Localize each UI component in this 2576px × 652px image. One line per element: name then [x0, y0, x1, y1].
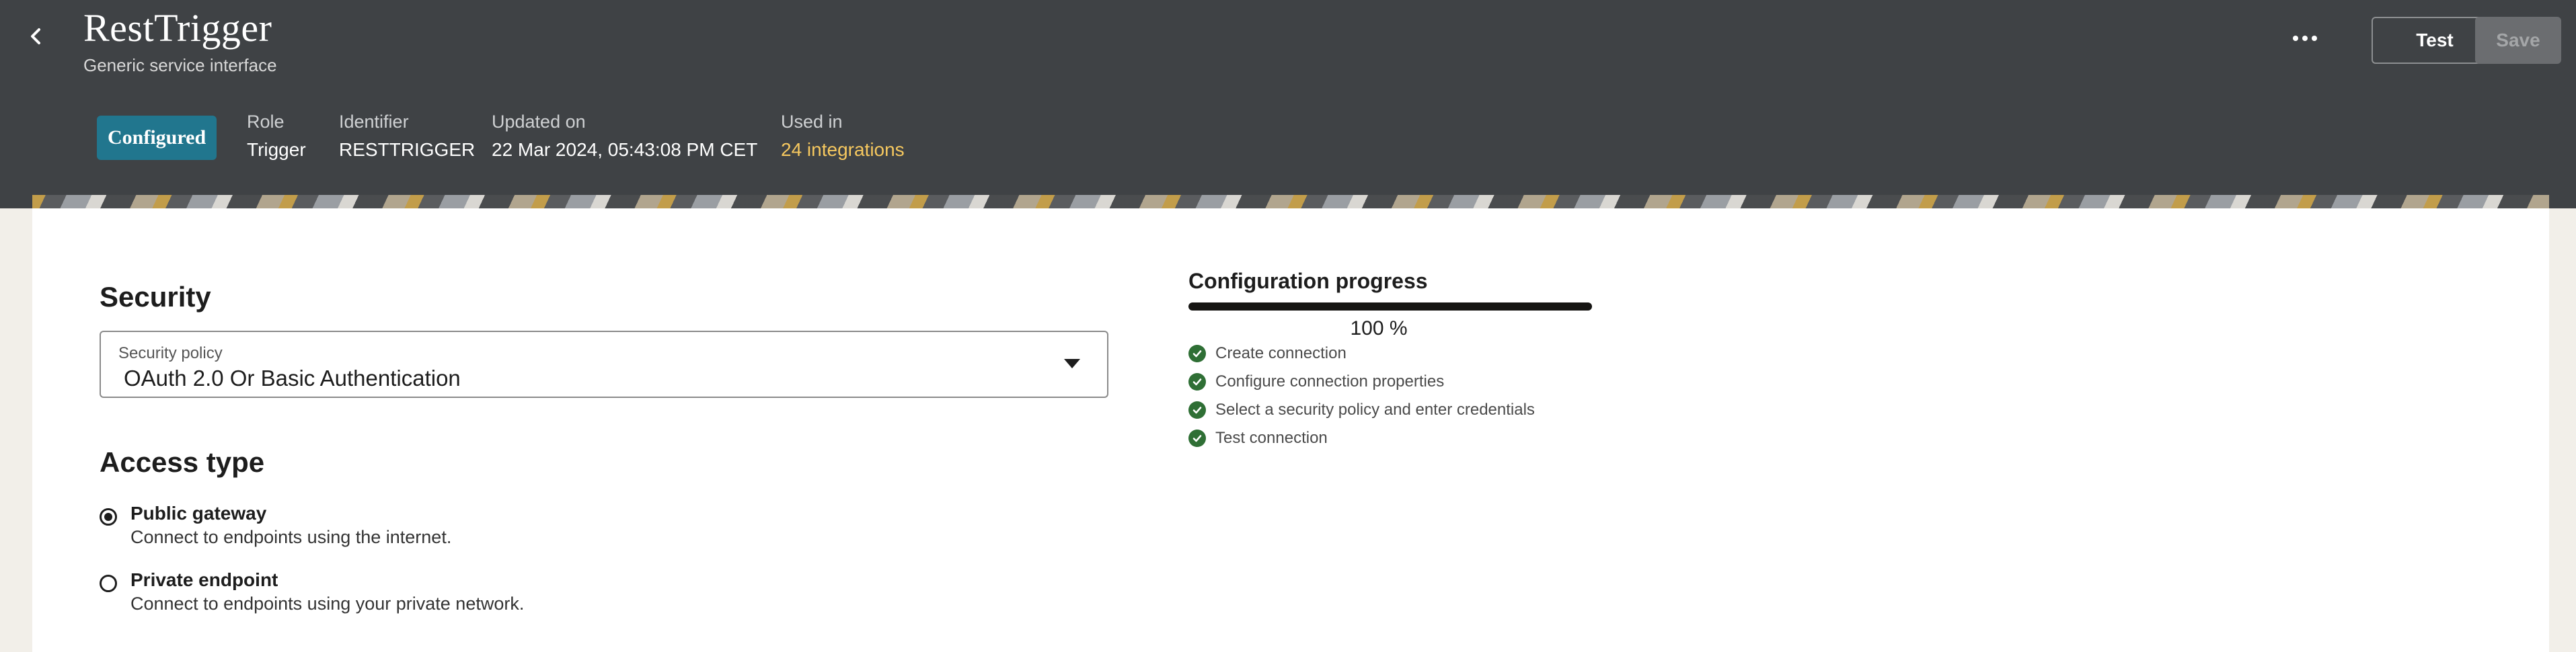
configuration-progress-heading: Configuration progress: [1188, 269, 1428, 293]
public-gateway-desc: Connect to endpoints using the internet.: [130, 527, 452, 547]
check-circle-icon: [1188, 345, 1206, 362]
security-policy-select[interactable]: Security policy OAuth 2.0 Or Basic Authe…: [100, 331, 1108, 398]
identifier-value: RESTTRIGGER: [339, 139, 476, 160]
updated-value: 22 Mar 2024, 05:43:08 PM CET: [492, 139, 758, 160]
progress-step: Configure connection properties: [1188, 372, 1444, 391]
private-endpoint-option[interactable]: Private endpoint Connect to endpoints us…: [100, 569, 524, 614]
more-icon: [2293, 36, 2298, 41]
step-label: Select a security policy and enter crede…: [1215, 401, 1535, 419]
more-actions-button[interactable]: [2287, 20, 2323, 56]
updated-meta: Updated on 22 Mar 2024, 05:43:08 PM CET: [492, 112, 757, 161]
progress-bar-fill: [1188, 302, 1592, 311]
public-gateway-radio[interactable]: [100, 508, 117, 526]
check-circle-icon: [1188, 430, 1206, 447]
page-header: RestTrigger Generic service interface Te…: [0, 0, 2576, 208]
back-button[interactable]: [20, 20, 52, 52]
step-label: Configure connection properties: [1215, 372, 1445, 391]
page: RestTrigger Generic service interface Te…: [0, 0, 2576, 652]
security-heading: Security: [100, 281, 211, 313]
chevron-left-icon: [31, 28, 40, 44]
caret-down-icon: [1064, 359, 1080, 368]
private-endpoint-desc: Connect to endpoints using your private …: [130, 594, 525, 614]
role-meta: Role Trigger: [247, 112, 306, 161]
access-type-heading: Access type: [100, 446, 265, 478]
status-badge: Configured: [97, 116, 217, 160]
check-circle-icon: [1188, 373, 1206, 391]
private-endpoint-radio[interactable]: [100, 575, 117, 592]
progress-step: Create connection: [1188, 344, 1347, 363]
progress-percent: 100 %: [1350, 317, 1408, 339]
progress-step: Select a security policy and enter crede…: [1188, 401, 1535, 419]
security-policy-label: Security policy: [118, 344, 223, 362]
integrations-link[interactable]: 24 integrations: [781, 139, 905, 161]
identifier-label: Identifier: [339, 112, 409, 132]
used-in-meta: Used in 24 integrations: [781, 112, 905, 161]
progress-bar: [1188, 302, 1592, 311]
page-title: RestTrigger: [83, 6, 272, 50]
role-label: Role: [247, 112, 285, 132]
progress-step: Test connection: [1188, 429, 1328, 448]
private-endpoint-title: Private endpoint: [130, 569, 278, 590]
public-gateway-title: Public gateway: [130, 503, 267, 524]
updated-label: Updated on: [492, 112, 586, 132]
step-label: Create connection: [1215, 344, 1347, 362]
public-gateway-option[interactable]: Public gateway Connect to endpoints usin…: [100, 503, 451, 548]
identifier-meta: Identifier RESTTRIGGER: [339, 112, 475, 161]
step-label: Test connection: [1215, 429, 1328, 447]
check-circle-icon: [1188, 401, 1206, 419]
save-button: Save: [2475, 17, 2561, 64]
page-subtitle: Generic service interface: [83, 55, 277, 75]
role-value: Trigger: [247, 139, 306, 160]
decorative-banner: [32, 195, 2549, 210]
used-in-label: Used in: [781, 112, 843, 132]
security-policy-value: OAuth 2.0 Or Basic Authentication: [124, 366, 461, 391]
